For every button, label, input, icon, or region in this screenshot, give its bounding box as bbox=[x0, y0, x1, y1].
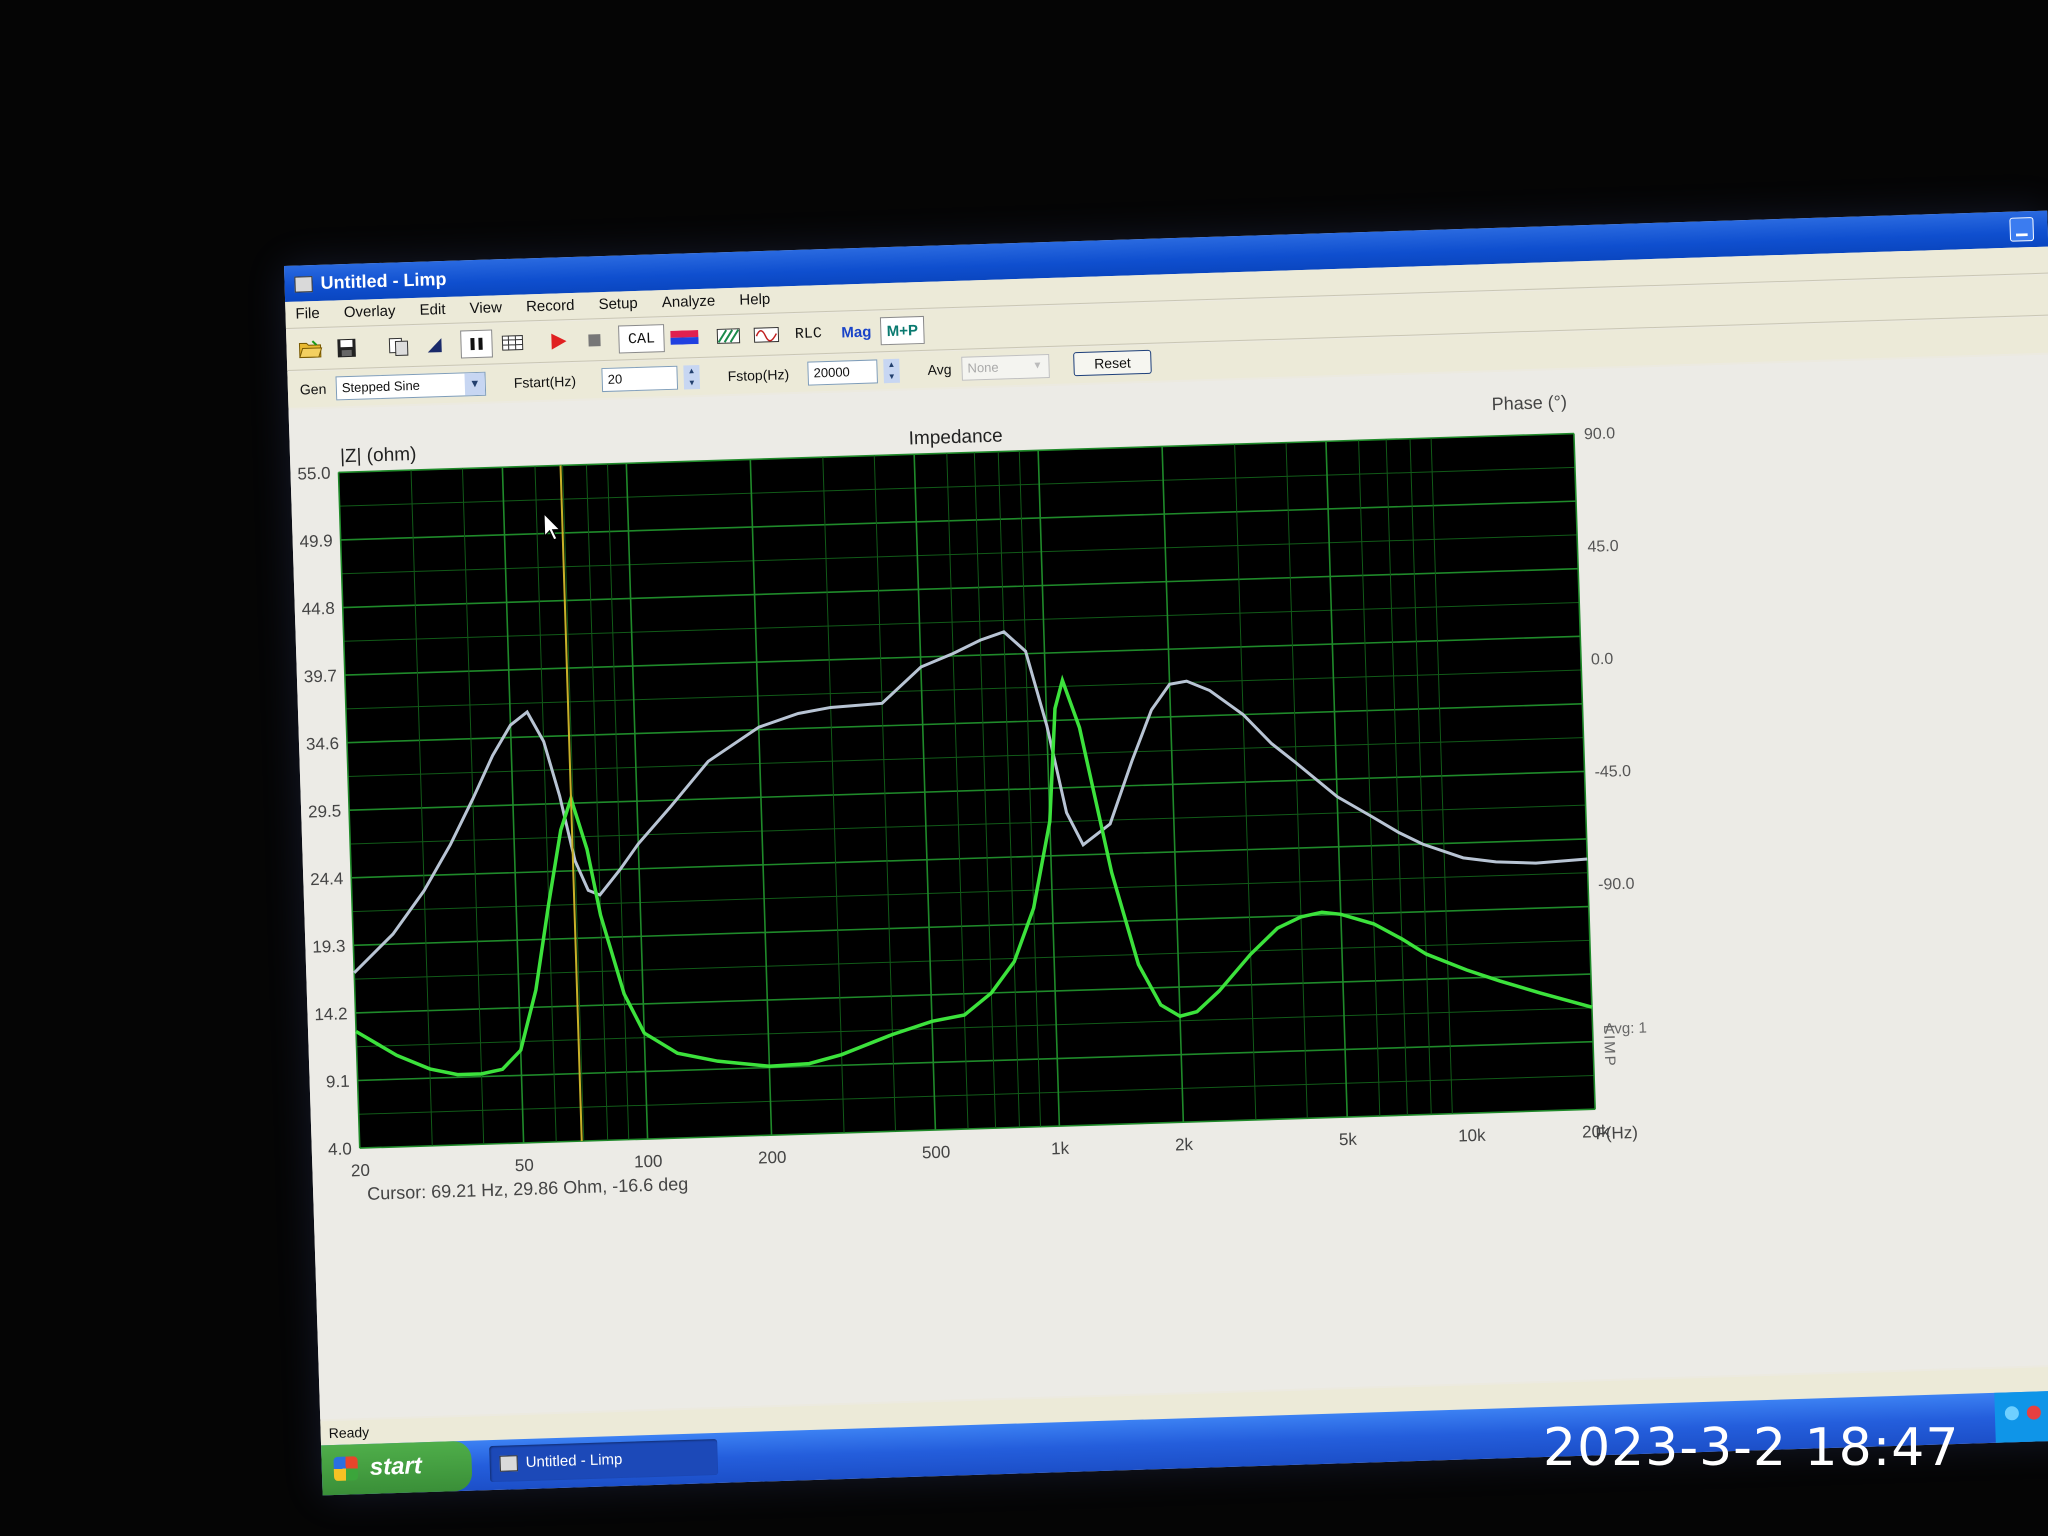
y-axis-label: |Z| (ohm) bbox=[340, 444, 417, 467]
status-text: Ready bbox=[328, 1423, 370, 1442]
phase-tick-label: -45.0 bbox=[1594, 763, 1631, 781]
x-tick-label: 50 bbox=[515, 1156, 535, 1176]
avg-select[interactable]: None ▼ bbox=[961, 354, 1050, 381]
taskbar-item-limp[interactable]: Untitled - Limp bbox=[489, 1438, 719, 1483]
y-tick-label: 29.5 bbox=[308, 801, 342, 821]
menu-setup[interactable]: Setup bbox=[598, 291, 638, 318]
y-tick-label: 34.6 bbox=[306, 734, 340, 754]
sine-wave-icon[interactable] bbox=[750, 320, 783, 349]
x-tick-label: 100 bbox=[634, 1152, 663, 1172]
minimize-button[interactable]: ▁ bbox=[2009, 217, 2035, 242]
generator-select[interactable]: Stepped Sine ▼ bbox=[335, 371, 487, 401]
y-tick-label: 14.2 bbox=[314, 1004, 348, 1024]
fstart-spinner-icon[interactable]: ▲ ▼ bbox=[683, 365, 701, 390]
pause-icon[interactable] bbox=[460, 329, 493, 359]
y-tick-label: 9.1 bbox=[326, 1072, 350, 1092]
phase-tick-label: 90.0 bbox=[1584, 425, 1616, 443]
copy-icon[interactable] bbox=[382, 332, 415, 361]
menu-edit[interactable]: Edit bbox=[419, 297, 446, 324]
y-tick-label: 55.0 bbox=[297, 464, 331, 484]
rlc-button[interactable]: RLC bbox=[788, 319, 829, 348]
x-axis-label: F(Hz) bbox=[1595, 1123, 1638, 1143]
chart-area: 55.0 49.9 44.8 39.7 34.6 29.5 24.4 19.3 14.2 9.1 4… bbox=[288, 354, 2048, 1420]
y-tick-label: 24.4 bbox=[310, 869, 344, 889]
fstop-label: Fstop(Hz) bbox=[727, 366, 790, 385]
y-tick-label: 39.7 bbox=[304, 666, 338, 686]
start-label: start bbox=[369, 1452, 423, 1481]
chevron-down-icon[interactable]: ▼ bbox=[464, 372, 486, 396]
hatch-icon[interactable] bbox=[712, 322, 745, 351]
y-tick-label: 44.8 bbox=[301, 599, 335, 619]
fstart-label: Fstart(Hz) bbox=[513, 372, 577, 391]
x-tick-label: 5k bbox=[1339, 1130, 1358, 1150]
app-icon bbox=[499, 1455, 518, 1472]
stop-icon[interactable] bbox=[578, 326, 611, 355]
x-tick-label: 500 bbox=[922, 1143, 951, 1163]
chevron-down-icon: ▼ bbox=[1032, 360, 1043, 372]
phase-tick-label: 45.0 bbox=[1587, 538, 1619, 556]
phase-axis-ticks: 90.0 45.0 0.0 -45.0 -90.0 bbox=[1584, 425, 1635, 894]
x-tick-label: 20 bbox=[351, 1161, 371, 1181]
x-tick-label: 1k bbox=[1051, 1139, 1070, 1159]
chart-title: Impedance bbox=[908, 426, 1003, 450]
cursor-tool-icon[interactable] bbox=[418, 331, 451, 360]
impedance-chart[interactable]: 55.0 49.9 44.8 39.7 34.6 29.5 24.4 19.3 14.2 9.1 4… bbox=[289, 355, 2048, 1420]
open-folder-icon[interactable] bbox=[294, 335, 327, 364]
color-bars-icon[interactable] bbox=[668, 323, 701, 352]
table-icon[interactable] bbox=[496, 328, 529, 357]
avg-value: None bbox=[967, 359, 999, 376]
menu-overlay[interactable]: Overlay bbox=[343, 299, 396, 327]
photo-timestamp: 2023-3-2 18:47 bbox=[1543, 1418, 1960, 1478]
limp-side-label: LIMP bbox=[1600, 1025, 1618, 1069]
system-tray bbox=[1994, 1390, 2048, 1443]
phase-tick-label: 0.0 bbox=[1591, 651, 1614, 669]
menu-analyze[interactable]: Analyze bbox=[662, 288, 716, 316]
y-tick-label: 49.9 bbox=[299, 531, 333, 551]
menu-file[interactable]: File bbox=[295, 301, 320, 328]
x-tick-label: 10k bbox=[1458, 1126, 1486, 1146]
menu-help[interactable]: Help bbox=[739, 287, 771, 314]
x-tick-label: 200 bbox=[758, 1148, 787, 1168]
mag-phase-button[interactable]: M+P bbox=[879, 315, 925, 346]
taskbar-item-label: Untitled - Limp bbox=[525, 1450, 623, 1471]
fstop-input[interactable]: 20000 bbox=[807, 359, 878, 386]
phase-tick-label: -90.0 bbox=[1598, 876, 1635, 894]
mag-button[interactable]: Mag bbox=[836, 317, 877, 346]
generator-value: Stepped Sine bbox=[341, 377, 421, 396]
avg-label: Avg bbox=[927, 361, 952, 378]
phase-axis-label: Phase (°) bbox=[1491, 392, 1567, 414]
window-title: Untitled - Limp bbox=[320, 268, 447, 293]
windows-logo-icon bbox=[333, 1456, 359, 1482]
fstart-input[interactable]: 20 bbox=[601, 365, 679, 393]
app-icon bbox=[294, 276, 313, 293]
record-play-icon[interactable] bbox=[542, 327, 575, 356]
save-icon[interactable] bbox=[330, 334, 363, 363]
cal-button[interactable]: CAL bbox=[618, 324, 665, 354]
fstop-spinner-icon[interactable]: ▲ ▼ bbox=[883, 358, 900, 384]
gen-label: Gen bbox=[299, 380, 327, 398]
y-tick-label: 19.3 bbox=[312, 937, 346, 957]
reset-button[interactable]: Reset bbox=[1073, 349, 1152, 377]
tray-alert-icon[interactable] bbox=[2026, 1405, 2042, 1420]
cursor-readout: Cursor: 69.21 Hz, 29.86 Ohm, -16.6 deg bbox=[367, 1174, 689, 1204]
tray-network-icon[interactable] bbox=[2004, 1406, 2020, 1421]
start-button[interactable]: start bbox=[321, 1440, 473, 1496]
menu-record[interactable]: Record bbox=[526, 293, 575, 321]
menu-view[interactable]: View bbox=[469, 295, 502, 322]
x-tick-label: 2k bbox=[1175, 1135, 1194, 1155]
y-tick-label: 4.0 bbox=[328, 1139, 352, 1159]
monitor-screen: Untitled - Limp ▁ File Overlay Edit View… bbox=[284, 210, 2048, 1496]
